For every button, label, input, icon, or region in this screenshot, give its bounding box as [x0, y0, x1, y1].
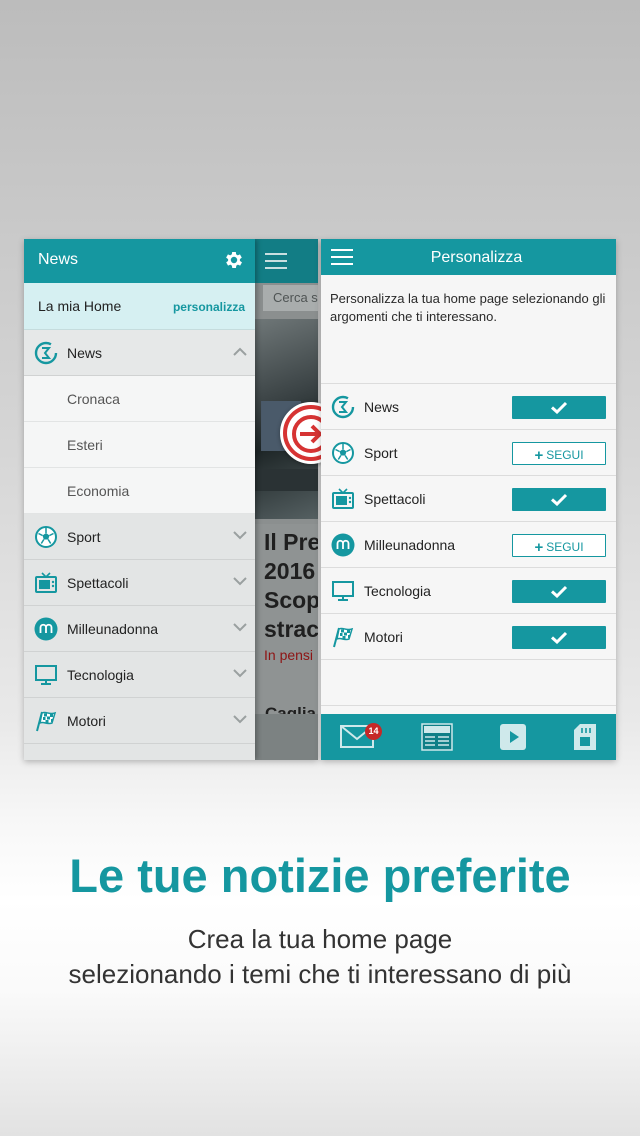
follow-label: SEGUI [546, 448, 584, 462]
drawer-item-label: Sport [67, 529, 101, 545]
chevron-down-icon[interactable] [233, 577, 247, 586]
followed-toggle-button[interactable] [512, 580, 606, 603]
drawer-item-sport[interactable]: Sport [24, 514, 255, 560]
topic-label: Tecnologia [364, 583, 431, 599]
promo-subheadline-line-1: Crea la tua home page [187, 924, 453, 954]
drawer-item-tecnologia[interactable]: Tecnologia [24, 652, 255, 698]
drawer-title: News [38, 251, 79, 268]
tv-icon [35, 572, 57, 593]
bottom-tab-bar [321, 714, 616, 760]
chevron-up-icon[interactable] [233, 347, 247, 356]
drawer-header: News [24, 239, 255, 283]
topic-row-sport: Sport + SEGUI [321, 430, 616, 476]
followed-toggle-button[interactable] [512, 488, 606, 511]
news-icon [34, 341, 58, 365]
article-headline: Il Pre 2016 Scop strac [264, 529, 318, 642]
topic-row-spettacoli: Spettacoli [321, 476, 616, 522]
topic-label: Motori [364, 629, 403, 645]
article-headline-2: Caglia [265, 704, 317, 714]
sd-card-icon[interactable] [573, 723, 597, 751]
drawer-item-motori[interactable]: Motori [24, 698, 255, 744]
chevron-down-icon[interactable] [233, 623, 247, 632]
soccer-ball-icon [332, 442, 354, 464]
drawer-item-spettacoli[interactable]: Spettacoli [24, 560, 255, 606]
follow-button[interactable]: + SEGUI [512, 442, 606, 465]
soccer-ball-icon [35, 526, 57, 548]
drawer-item-milleunadonna[interactable]: Milleunadonna [24, 606, 255, 652]
background-article-view: Cerca s Il Pre 2016 Scop strac In pensi … [255, 239, 318, 760]
drawer-subitem-economia[interactable]: Economia [24, 468, 255, 514]
checkmark-icon [550, 401, 568, 414]
chevron-down-icon[interactable] [233, 715, 247, 724]
checkered-flag-icon [36, 711, 57, 732]
checkmark-icon [550, 631, 568, 644]
drawer-screen: Cerca s Il Pre 2016 Scop strac In pensi … [24, 239, 318, 760]
newspaper-icon[interactable] [421, 723, 453, 751]
promo-headline: Le tue notizie preferite [69, 849, 571, 902]
personalize-link[interactable]: personalizza [173, 300, 245, 314]
monitor-icon [35, 665, 57, 685]
play-icon[interactable] [499, 723, 527, 751]
drawer-subitem-label: Economia [67, 483, 130, 499]
personalize-screen: Personalizza Personalizza la tua home pa… [321, 239, 616, 760]
promo-subheadline: Crea la tua home page selezionando i tem… [0, 922, 640, 992]
topic-row-milleunadonna: Milleunadonna + SEGUI [321, 522, 616, 568]
drawer-subitem-cronaca[interactable]: Cronaca [24, 376, 255, 422]
checkmark-icon [550, 493, 568, 506]
my-home-row[interactable]: La mia Home personalizza [24, 283, 255, 330]
navigation-drawer: News La mia Home personalizza News Crona… [24, 239, 255, 760]
followed-toggle-button[interactable] [512, 626, 606, 649]
plus-icon: + [534, 447, 544, 464]
gear-icon[interactable] [223, 249, 245, 271]
plus-icon: + [534, 539, 544, 556]
drawer-item-label: Spettacoli [67, 575, 129, 591]
topic-label: Spettacoli [364, 491, 426, 507]
article-teaser[interactable]: Il Pre 2016 Scop strac In pensi Caglia [255, 524, 318, 714]
screen-title: Personalizza [430, 249, 523, 266]
drawer-item-label: Tecnologia [67, 667, 134, 683]
news-icon [331, 395, 355, 419]
checkmark-icon [550, 585, 568, 598]
milleunadonna-icon [331, 533, 355, 557]
chevron-down-icon[interactable] [233, 531, 247, 540]
mail-unread-badge: 14 [365, 723, 382, 740]
promo-subheadline-line-2: selezionando i temi che ti interessano d… [68, 959, 572, 989]
list-divider [321, 660, 616, 706]
milleunadonna-icon [34, 617, 58, 641]
drawer-item-news[interactable]: News [24, 330, 255, 376]
personalize-content: Personalizza la tua home page selezionan… [321, 275, 616, 714]
follow-button[interactable]: + SEGUI [512, 534, 606, 557]
followed-toggle-button[interactable] [512, 396, 606, 419]
my-home-label: La mia Home [38, 298, 122, 314]
background-bottom-bar [255, 714, 318, 760]
drawer-subitem-esteri[interactable]: Esteri [24, 422, 255, 468]
topic-row-motori: Motori [321, 614, 616, 660]
article-kicker: In pensi [264, 647, 314, 663]
drawer-item-label: Motori [67, 713, 106, 729]
tv-icon [332, 488, 354, 509]
topic-label: News [364, 399, 400, 415]
hamburger-menu-icon[interactable] [265, 253, 287, 269]
app-toolbar: Personalizza [321, 239, 616, 275]
monitor-icon [332, 581, 354, 601]
background-toolbar [255, 239, 318, 283]
topic-label: Sport [364, 445, 398, 461]
search-input[interactable]: Cerca s [263, 285, 318, 311]
topic-row-news: News [321, 384, 616, 430]
topic-row-tecnologia: Tecnologia [321, 568, 616, 614]
topic-label: Milleunadonna [364, 537, 456, 553]
drawer-subitem-label: Cronaca [67, 391, 120, 407]
drawer-subitem-label: Esteri [67, 437, 103, 453]
chevron-down-icon[interactable] [233, 669, 247, 678]
follow-label: SEGUI [546, 540, 584, 554]
checkered-flag-icon [333, 627, 354, 648]
drawer-item-label: Milleunadonna [67, 621, 159, 637]
intro-text: Personalizza la tua home page selezionan… [330, 291, 606, 324]
topic-list: News Sport + SEGUI Spettacoli Milleunado… [321, 384, 616, 706]
drawer-item-label: News [67, 345, 103, 361]
